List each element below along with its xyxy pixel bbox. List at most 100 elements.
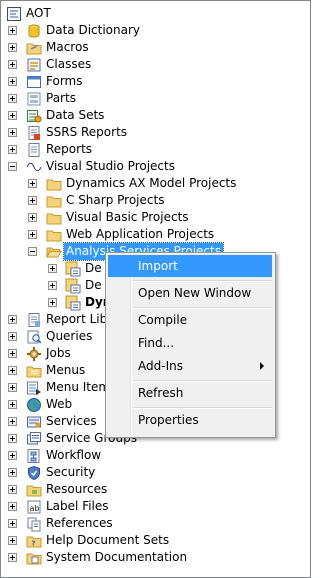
expand-icon[interactable] [8,332,17,341]
tree-node-resources[interactable]: Resources [1,481,308,498]
tree-node-system-documentation[interactable]: System Documentation [1,549,308,566]
expand-icon[interactable] [8,60,17,69]
tree-node-help-document-sets[interactable]: ? Help Document Sets [1,532,308,549]
expand-icon[interactable] [8,26,17,35]
tree-node-label: Macros [46,40,89,54]
aot-root-icon [6,6,22,22]
svg-text:ab: ab [30,504,40,513]
reports-icon [26,142,42,158]
menu-item-label: Refresh [138,386,184,400]
expand-icon[interactable] [8,468,17,477]
tree-node-label: Data Sets [46,108,105,122]
expand-icon[interactable] [28,179,37,188]
expand-icon[interactable] [8,43,17,52]
expand-icon[interactable] [8,128,17,137]
expand-icon[interactable] [8,485,17,494]
expand-icon[interactable] [28,196,37,205]
services-icon [26,414,42,430]
expand-icon[interactable] [8,451,17,460]
tree-node-label: Data Dictionary [46,23,141,37]
tree-node-workflow[interactable]: Workflow [1,447,308,464]
jobs-icon [26,346,42,362]
expand-icon[interactable] [8,111,17,120]
tree-node-label: Workflow [46,448,102,462]
tree-node-ssrs-reports[interactable]: SSRS Reports [1,124,308,141]
expand-icon[interactable] [8,434,17,443]
tree-node-label: Menu Item [46,380,111,394]
folder-icon [46,176,62,192]
tree-node-classes[interactable]: Classes [1,56,308,73]
expand-icon[interactable] [8,417,17,426]
tree-node-security[interactable]: Security [1,464,308,481]
tree-node-visual-basic-projects[interactable]: Visual Basic Projects [1,209,308,226]
tree-node-parts[interactable]: Parts [1,90,308,107]
menu-item-compile[interactable]: Compile [108,309,272,331]
tree-node-label: Menus [46,363,86,377]
expand-icon[interactable] [28,213,37,222]
menu-items-icon [26,380,42,396]
visual-studio-projects-icon [26,159,42,175]
tree-node-label: Jobs [46,346,71,360]
tree-node-forms[interactable]: Forms [1,73,308,90]
tree-node-label: Security [46,465,96,479]
expand-icon[interactable] [8,383,17,392]
menu-item-add-ins[interactable]: Add-Ins [108,355,272,377]
menu-item-import[interactable]: Import [108,255,272,277]
collapse-icon[interactable] [28,247,37,256]
expand-icon[interactable] [8,77,17,86]
web-icon [26,397,42,413]
ssrs-reports-icon [26,125,42,141]
tree-node-data-dictionary[interactable]: Data Dictionary [1,22,308,39]
tree-node-dynamics-ax-model-projects[interactable]: Dynamics AX Model Projects [1,175,308,192]
tree-node-label: Visual Studio Projects [46,159,175,173]
aot-tree-panel: AOT Data Dictionary Macros Classes Forms Part… [0,0,311,578]
tree-node-aot[interactable]: AOT [1,5,308,22]
resources-icon [26,482,42,498]
expand-icon[interactable] [48,298,57,307]
menu-item-label: Properties [138,413,199,427]
expand-icon[interactable] [8,366,17,375]
tree-node-visual-studio-projects[interactable]: Visual Studio Projects [1,158,308,175]
expand-icon[interactable] [8,315,17,324]
tree-node-label: Web [46,397,73,411]
expand-icon[interactable] [8,519,17,528]
tree-node-label: Label Files [46,499,109,513]
tree-node-label: Help Document Sets [46,533,170,547]
expand-icon[interactable] [8,502,17,511]
queries-icon [26,329,42,345]
tree-node-data-sets[interactable]: Data Sets [1,107,308,124]
menu-item-open-new-window[interactable]: Open New Window [108,282,272,304]
tree-node-label: Dynamics AX Model Projects [66,176,237,190]
project-icon [65,261,81,277]
tree-node-c-sharp-projects[interactable]: C Sharp Projects [1,192,308,209]
tree-node-label: Web Application Projects [66,227,215,241]
submenu-arrow-icon [260,362,264,370]
expand-icon[interactable] [28,230,37,239]
expand-icon[interactable] [48,281,57,290]
menu-item-label: Open New Window [138,286,252,300]
expand-icon[interactable] [8,94,17,103]
menu-item-find[interactable]: Find... [108,332,272,354]
expand-icon[interactable] [8,400,17,409]
tree-node-web-application-projects[interactable]: Web Application Projects [1,226,308,243]
tree-node-label: Classes [46,57,92,71]
expand-icon[interactable] [48,264,57,273]
collapse-icon[interactable] [8,162,17,171]
tree-node-reports[interactable]: Reports [1,141,308,158]
expand-icon[interactable] [8,536,17,545]
menu-item-properties[interactable]: Properties [108,409,272,431]
tree-node-label: Queries [46,329,93,343]
tree-node-label: Services [46,414,97,428]
classes-icon [26,57,42,73]
expand-icon[interactable] [8,553,17,562]
tree-node-macros[interactable]: Macros [1,39,308,56]
tree-node-references[interactable]: References [1,515,308,532]
tree-node-label: System Documentation [46,550,188,564]
tree-node-label: References [46,516,113,530]
folder-open-icon [46,244,62,260]
expand-icon[interactable] [8,145,17,154]
tree-node-label-files[interactable]: ab Label Files [1,498,308,515]
menu-item-refresh[interactable]: Refresh [108,382,272,404]
expand-icon[interactable] [8,349,17,358]
parts-icon [26,91,42,107]
